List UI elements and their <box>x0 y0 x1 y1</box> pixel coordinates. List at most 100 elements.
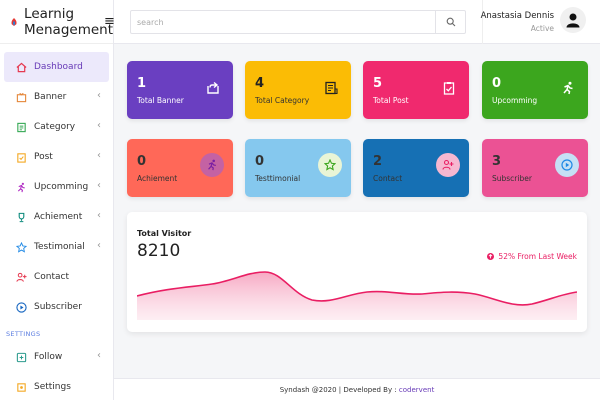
brand-title: Learnig Menagement <box>24 6 113 38</box>
card-value: 1 <box>137 76 147 91</box>
card-value: 4 <box>255 76 265 91</box>
card-label: Achiement <box>137 174 178 183</box>
chevron-left-icon: ‹ <box>97 240 101 251</box>
visitor-area <box>137 272 577 320</box>
star-icon <box>15 241 27 253</box>
footer: Syndash @2020 | Developed By : codervent <box>114 378 600 400</box>
add-user-icon <box>436 153 460 177</box>
sidebar-item-settings[interactable]: Settings <box>4 372 109 400</box>
card-testtimonial[interactable]: 0 Testtimonial <box>245 139 351 197</box>
card-label: Total Banner <box>137 96 184 105</box>
visitor-count: 8210 <box>137 241 181 261</box>
share-icon <box>205 80 221 96</box>
chevron-left-icon: ‹ <box>97 120 101 131</box>
running-icon <box>200 153 224 177</box>
sidebar-item-upcomming[interactable]: Upcomming ‹ <box>4 172 109 202</box>
user-status: Active <box>530 24 554 33</box>
chevron-left-icon: ‹ <box>97 350 101 361</box>
sidebar-item-label: Testimonial <box>34 242 85 252</box>
sidebar-item-testimonial[interactable]: Testimonial ‹ <box>4 232 109 262</box>
brand-line-2: Menagement <box>24 21 113 38</box>
card-label: Upcomming <box>492 96 538 105</box>
settings-icon <box>15 381 27 393</box>
card-total-category[interactable]: 4 Total Category <box>245 61 351 119</box>
star-icon <box>318 153 342 177</box>
sidebar-item-banner[interactable]: Banner ‹ <box>4 82 109 112</box>
visitor-title: Total Visitor <box>137 229 192 238</box>
arrow-up-circle-icon <box>487 253 495 260</box>
home-icon <box>15 61 27 73</box>
card-subscriber[interactable]: 3 Subscriber <box>482 139 588 197</box>
card-value: 0 <box>255 154 265 169</box>
sidebar-item-contact[interactable]: Contact <box>4 262 109 292</box>
sidebar-item-label: Banner <box>34 92 67 102</box>
card-label: Subscriber <box>492 174 532 183</box>
sidebar-item-dashboard[interactable]: Dashboard <box>4 52 109 82</box>
category-icon <box>15 121 27 133</box>
chevron-left-icon: ‹ <box>97 180 101 191</box>
search-input[interactable] <box>131 11 435 33</box>
sidebar-item-category[interactable]: Category ‹ <box>4 112 109 142</box>
sidebar-item-label: Achiement <box>34 212 83 222</box>
banner-icon <box>15 91 27 103</box>
brand[interactable]: Learnig Menagement <box>0 0 113 44</box>
card-label: Total Category <box>255 96 310 105</box>
card-value: 0 <box>137 154 147 169</box>
sidebar-item-label: Post <box>34 152 53 162</box>
visitor-sparkline <box>137 271 577 320</box>
settings-section-label: SETTINGS <box>6 330 41 338</box>
card-total-banner[interactable]: 1 Total Banner <box>127 61 233 119</box>
card-achiement[interactable]: 0 Achiement <box>127 139 233 197</box>
card-contact[interactable]: 2 Contact <box>363 139 469 197</box>
running-icon <box>560 80 576 96</box>
card-label: Contact <box>373 174 403 183</box>
search-button[interactable] <box>435 11 465 33</box>
post-icon <box>15 151 27 163</box>
card-label: Testtimonial <box>255 174 301 183</box>
category-doc-icon <box>323 80 339 96</box>
sidebar-item-label: Contact <box>34 272 70 282</box>
clipboard-check-icon <box>441 80 457 96</box>
chevron-left-icon: ‹ <box>97 90 101 101</box>
sidebar-item-label: Settings <box>34 382 71 392</box>
footer-developer-link[interactable]: codervent <box>399 386 434 394</box>
card-value: 0 <box>492 76 502 91</box>
sidebar-item-label: Dashboard <box>34 62 83 72</box>
search-icon <box>446 17 455 27</box>
chevron-left-icon: ‹ <box>97 210 101 221</box>
trophy-icon <box>15 211 27 223</box>
footer-text: Syndash @2020 | Developed By : <box>279 386 399 394</box>
play-circle-icon <box>15 301 27 313</box>
sidebar: Learnig Menagement Dashboard Banner ‹ Ca… <box>0 0 114 400</box>
sidebar-item-label: Upcomming <box>34 182 89 192</box>
sidebar-item-post[interactable]: Post ‹ <box>4 142 109 172</box>
chevron-left-icon: ‹ <box>97 150 101 161</box>
add-user-icon <box>15 271 27 283</box>
card-value: 3 <box>492 154 502 169</box>
follow-icon <box>15 351 27 363</box>
running-icon <box>15 181 27 193</box>
brand-line-1: Learnig <box>24 5 75 22</box>
total-visitor-panel: Total Visitor 8210 52% From Last Week <box>127 212 587 332</box>
sidebar-item-label: Subscriber <box>34 302 82 312</box>
sidebar-item-subscriber[interactable]: Subscriber <box>4 292 109 322</box>
card-value: 5 <box>373 76 383 91</box>
visitor-change-text: 52% From Last Week <box>498 252 577 261</box>
logo-icon <box>11 17 17 26</box>
sidebar-item-achiement[interactable]: Achiement ‹ <box>4 202 109 232</box>
sidebar-item-label: Follow <box>34 352 63 362</box>
user-avatar-icon <box>566 13 580 28</box>
header-divider <box>482 0 483 44</box>
sidebar-nav: Dashboard Banner ‹ Category ‹ Post ‹ Upc… <box>0 44 113 400</box>
play-circle-icon <box>555 153 579 177</box>
visitor-change: 52% From Last Week <box>487 252 577 261</box>
user-name[interactable]: Anastasia Dennis <box>481 11 554 21</box>
sidebar-item-follow[interactable]: Follow ‹ <box>4 342 109 372</box>
card-upcomming[interactable]: 0 Upcomming <box>482 61 588 119</box>
top-header: Anastasia Dennis Active <box>114 0 600 44</box>
card-label: Total Post <box>373 96 409 105</box>
avatar[interactable] <box>560 7 586 33</box>
sidebar-item-label: Category <box>34 122 76 132</box>
search-box <box>130 10 466 34</box>
card-total-post[interactable]: 5 Total Post <box>363 61 469 119</box>
